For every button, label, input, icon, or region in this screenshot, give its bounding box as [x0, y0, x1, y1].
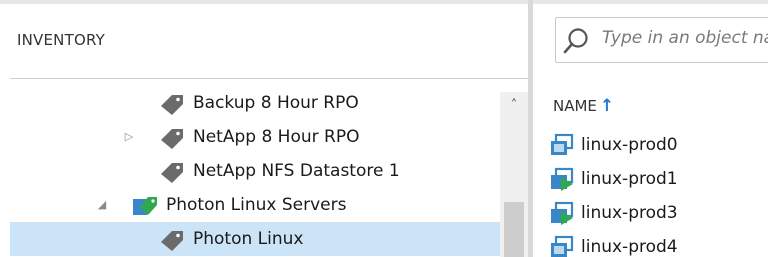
column-header-label: NAME [553, 97, 597, 115]
inventory-pane: INVENTORY Backup 8 Hour RPO ▷ NetApp 8 H… [0, 4, 528, 257]
vm-stopped-icon [551, 133, 574, 155]
list-item-linux-prod3[interactable]: linux-prod3 [549, 198, 678, 228]
inventory-header: INVENTORY [17, 31, 105, 49]
tag-icon [161, 231, 183, 251]
name-column-header[interactable]: NAME ↑ [553, 96, 614, 116]
sort-ascending-icon: ↑ [599, 96, 615, 116]
tree-item-label: NetApp NFS Datastore 1 [193, 161, 400, 181]
tree-item-photon-linux-servers[interactable]: ◢ Photon Linux Servers [0, 188, 500, 222]
expand-chevron-icon[interactable]: ▷ [123, 131, 135, 143]
vm-running-icon [551, 201, 574, 225]
tree-item-label: NetApp 8 Hour RPO [193, 127, 360, 147]
tag-icon [161, 163, 183, 183]
collapse-chevron-icon[interactable]: ◢ [96, 199, 108, 211]
list-item-linux-prod0[interactable]: linux-prod0 [549, 130, 678, 160]
scrollbar-thumb[interactable] [504, 202, 524, 257]
vm-stopped-icon [551, 235, 574, 257]
scroll-up-arrow-icon[interactable]: ˄ [500, 92, 528, 120]
vm-name: linux-prod1 [581, 169, 678, 189]
object-search-box[interactable] [555, 17, 768, 63]
objects-pane: NAME ↑ linux-prod0 linux-prod1 [533, 4, 768, 257]
inventory-divider [10, 78, 528, 79]
search-icon [563, 28, 588, 54]
object-search-input[interactable] [602, 28, 768, 48]
vm-running-icon [551, 167, 574, 191]
tree-item-netapp-8-hour-rpo[interactable]: ▷ NetApp 8 Hour RPO [0, 120, 500, 154]
vm-name: linux-prod4 [581, 237, 678, 257]
tree-scrollbar[interactable]: ˄ [500, 92, 528, 257]
list-item-linux-prod1[interactable]: linux-prod1 [549, 164, 678, 194]
tag-icon [161, 129, 183, 149]
tree-item-label: Backup 8 Hour RPO [193, 93, 359, 113]
list-item-linux-prod4[interactable]: linux-prod4 [549, 232, 678, 257]
vm-name: linux-prod3 [581, 203, 678, 223]
tag-icon [161, 95, 183, 115]
vm-name: linux-prod0 [581, 135, 678, 155]
tree-item-label: Photon Linux [193, 229, 304, 249]
tag-category-icon [133, 197, 157, 215]
app-window: INVENTORY Backup 8 Hour RPO ▷ NetApp 8 H… [0, 0, 768, 257]
tree-item-label: Photon Linux Servers [166, 195, 347, 215]
tree-item-netapp-nfs-datastore-1[interactable]: NetApp NFS Datastore 1 [0, 154, 500, 188]
tree-item-backup-8-hour-rpo[interactable]: Backup 8 Hour RPO [0, 86, 500, 120]
tree-item-photon-linux[interactable]: Photon Linux [10, 222, 500, 256]
